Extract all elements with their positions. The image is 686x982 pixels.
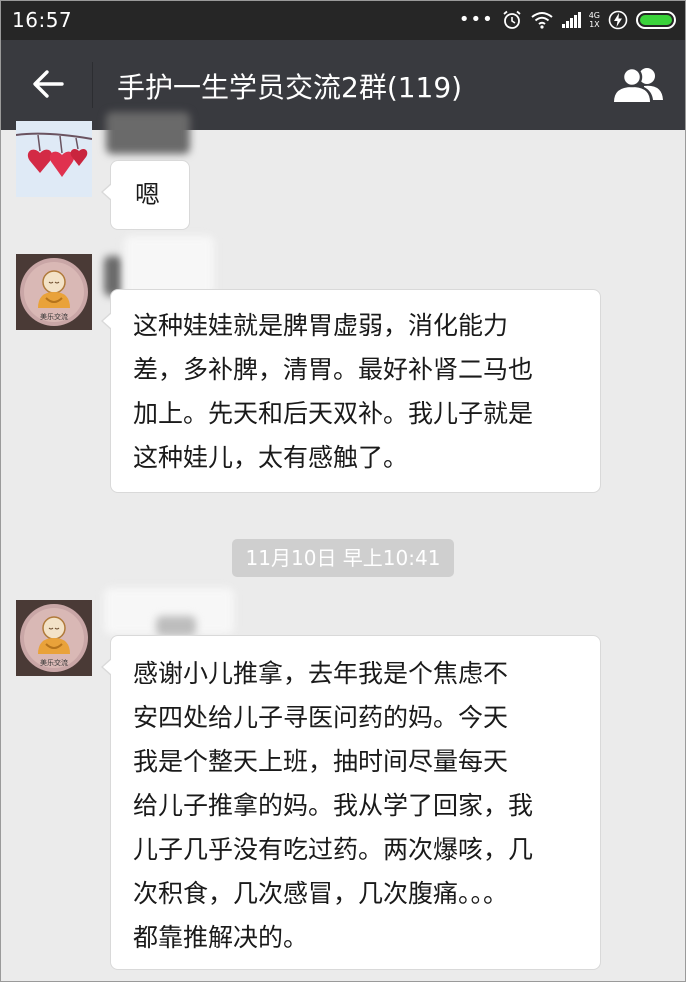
battery-icon — [636, 11, 676, 29]
charging-icon — [608, 10, 628, 30]
message-bubble[interactable]: 嗯 — [101, 160, 190, 230]
message-bubble[interactable]: 感谢小儿推拿，去年我是个焦虑不 安四处给儿子寻医问药的妈。今天 我是个整天上班，… — [101, 635, 601, 970]
more-dots-icon: ••• — [458, 9, 494, 30]
status-time: 16:57 — [12, 8, 73, 32]
group-members-icon[interactable] — [610, 64, 666, 104]
wifi-icon — [531, 12, 553, 29]
header-divider — [92, 62, 93, 108]
redacted-sender-name — [106, 112, 190, 154]
message-text: 这种娃娃就是脾胃虚弱，消化能力 差，多补脾，清胃。最好补肾二马也 加上。先天和后… — [133, 311, 534, 472]
monk-avatar-image: 美乐交流 — [16, 600, 92, 676]
message-text: 嗯 — [135, 180, 161, 209]
avatar[interactable] — [16, 121, 92, 197]
message-bubble[interactable]: 这种娃娃就是脾胃虚弱，消化能力 差，多补脾，清胃。最好补肾二马也 加上。先天和后… — [101, 289, 601, 493]
network-sub: 1X — [589, 20, 600, 29]
alarm-icon — [503, 10, 521, 29]
monk-avatar-image: 美乐交流 — [16, 254, 92, 330]
battery-level — [640, 15, 672, 25]
status-bar: 16:57 ••• 4G 1X — [0, 0, 686, 40]
back-arrow-icon[interactable] — [28, 64, 68, 104]
status-icons: ••• 4G 1X — [459, 8, 676, 32]
message-text: 感谢小儿推拿，去年我是个焦虑不 安四处给儿子寻医问药的妈。今天 我是个整天上班，… — [133, 659, 534, 952]
hearts-avatar-image — [16, 121, 92, 197]
avatar[interactable]: 美乐交流 — [16, 600, 92, 676]
redacted-sender-name — [156, 616, 196, 636]
signal-icon — [561, 12, 581, 28]
chat-title: 手护一生学员交流2群(119) — [117, 71, 463, 104]
message-timestamp: 11月10日 早上10:41 — [232, 539, 454, 577]
avatar-caption: 美乐交流 — [40, 312, 68, 321]
avatar-caption: 美乐交流 — [40, 658, 68, 667]
avatar[interactable]: 美乐交流 — [16, 254, 92, 330]
chat-header: 手护一生学员交流2群(119) — [0, 40, 686, 130]
network-indicator: 4G 1X — [589, 11, 600, 29]
network-type: 4G — [588, 11, 600, 20]
